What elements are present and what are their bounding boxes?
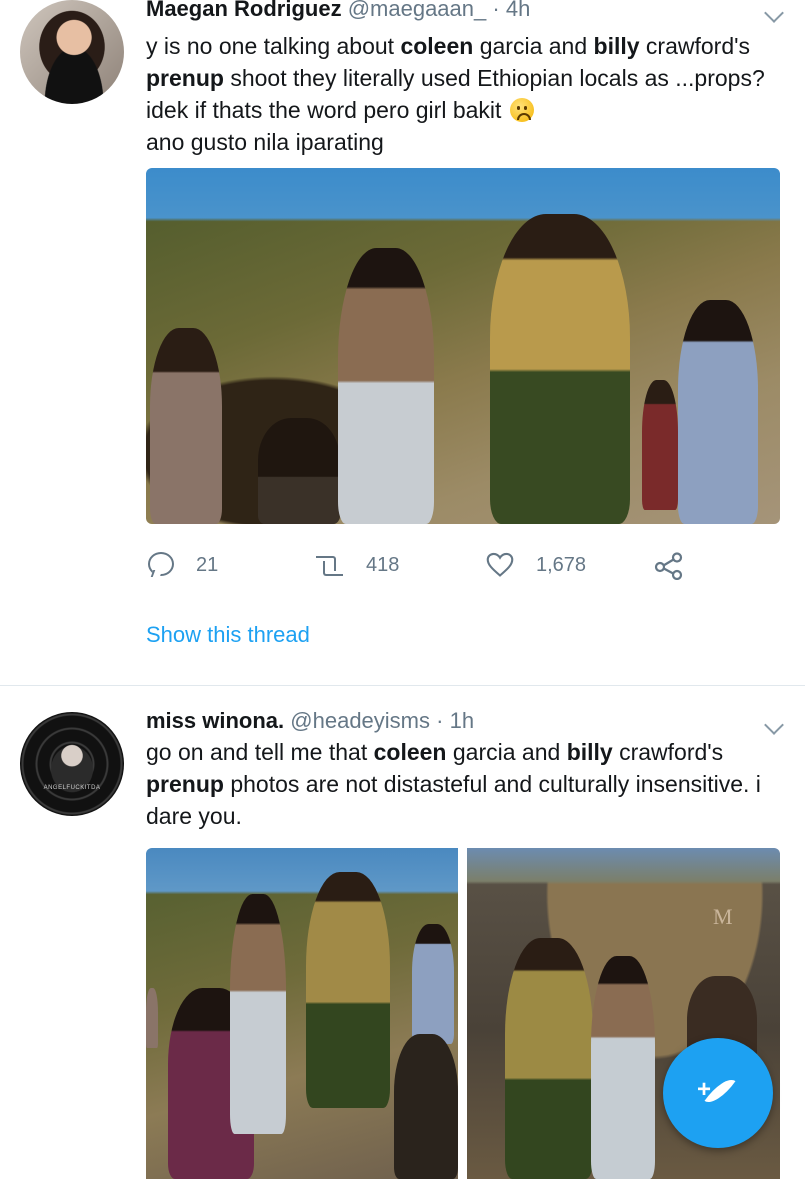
user-handle[interactable]: @headeyisms bbox=[290, 708, 430, 733]
avatar[interactable]: ANGELFUCKITDA bbox=[20, 712, 124, 816]
separator: · bbox=[436, 708, 444, 733]
timestamp[interactable]: 1h bbox=[450, 708, 474, 733]
tweet-text: go on and tell me that coleen garcia and… bbox=[146, 736, 766, 832]
share-button[interactable] bbox=[654, 548, 694, 584]
separator: · bbox=[492, 0, 500, 21]
heart-icon bbox=[486, 552, 514, 577]
text-part: photos are not distasteful and culturall… bbox=[146, 771, 761, 829]
text-part: shoot they literally used Ethiopian loca… bbox=[146, 65, 765, 123]
show-thread-link[interactable]: Show this thread bbox=[146, 622, 310, 648]
avatar[interactable] bbox=[20, 0, 124, 104]
tweet[interactable]: Maegan Rodriguez @maegaaan_ · 4h y is no… bbox=[0, 0, 805, 686]
text-part: crawford's bbox=[639, 33, 751, 59]
text-bold: billy bbox=[593, 33, 640, 59]
text-part: garcia and bbox=[446, 739, 567, 765]
tweet-photo[interactable] bbox=[146, 848, 458, 1179]
compose-tweet-button[interactable]: + bbox=[663, 1038, 773, 1148]
tweet-text: y is no one talking about coleen garcia … bbox=[146, 30, 766, 158]
text-bold: coleen bbox=[373, 739, 447, 765]
retweet-icon bbox=[312, 552, 348, 578]
text-part: go on and tell me that bbox=[146, 739, 374, 765]
text-part: ano gusto nila iparating bbox=[146, 129, 384, 155]
display-name[interactable]: miss winona. bbox=[146, 708, 284, 733]
text-part: crawford's bbox=[612, 739, 724, 765]
text-part: y is no one talking about bbox=[146, 33, 401, 59]
like-button[interactable]: 1,678 bbox=[484, 548, 604, 584]
chevron-down-icon[interactable] bbox=[764, 3, 784, 23]
reply-icon bbox=[148, 552, 174, 576]
retweet-count: 418 bbox=[366, 554, 400, 576]
share-icon bbox=[654, 552, 683, 580]
like-count: 1,678 bbox=[536, 554, 587, 576]
timestamp[interactable]: 4h bbox=[506, 0, 530, 21]
worried-face-icon bbox=[509, 98, 534, 122]
text-bold: prenup bbox=[146, 65, 224, 91]
user-handle[interactable]: @maegaaan_ bbox=[348, 0, 487, 21]
text-bold: prenup bbox=[146, 771, 224, 797]
photo-watermark: M bbox=[713, 904, 733, 929]
tweet-header: miss winona. @headeyisms · 1h bbox=[146, 706, 474, 736]
avatar-caption: ANGELFUCKITDA bbox=[43, 785, 101, 791]
reply-count: 21 bbox=[196, 554, 219, 576]
text-bold: coleen bbox=[400, 33, 474, 59]
tweet-photo[interactable] bbox=[146, 168, 780, 524]
text-bold: billy bbox=[566, 739, 613, 765]
chevron-down-icon[interactable] bbox=[764, 715, 784, 735]
text-part: garcia and bbox=[473, 33, 594, 59]
display-name[interactable]: Maegan Rodriguez bbox=[146, 0, 342, 21]
retweet-button[interactable]: 418 bbox=[312, 548, 422, 584]
tweet-header: Maegan Rodriguez @maegaaan_ · 4h bbox=[146, 0, 530, 24]
reply-button[interactable]: 21 bbox=[146, 548, 236, 584]
